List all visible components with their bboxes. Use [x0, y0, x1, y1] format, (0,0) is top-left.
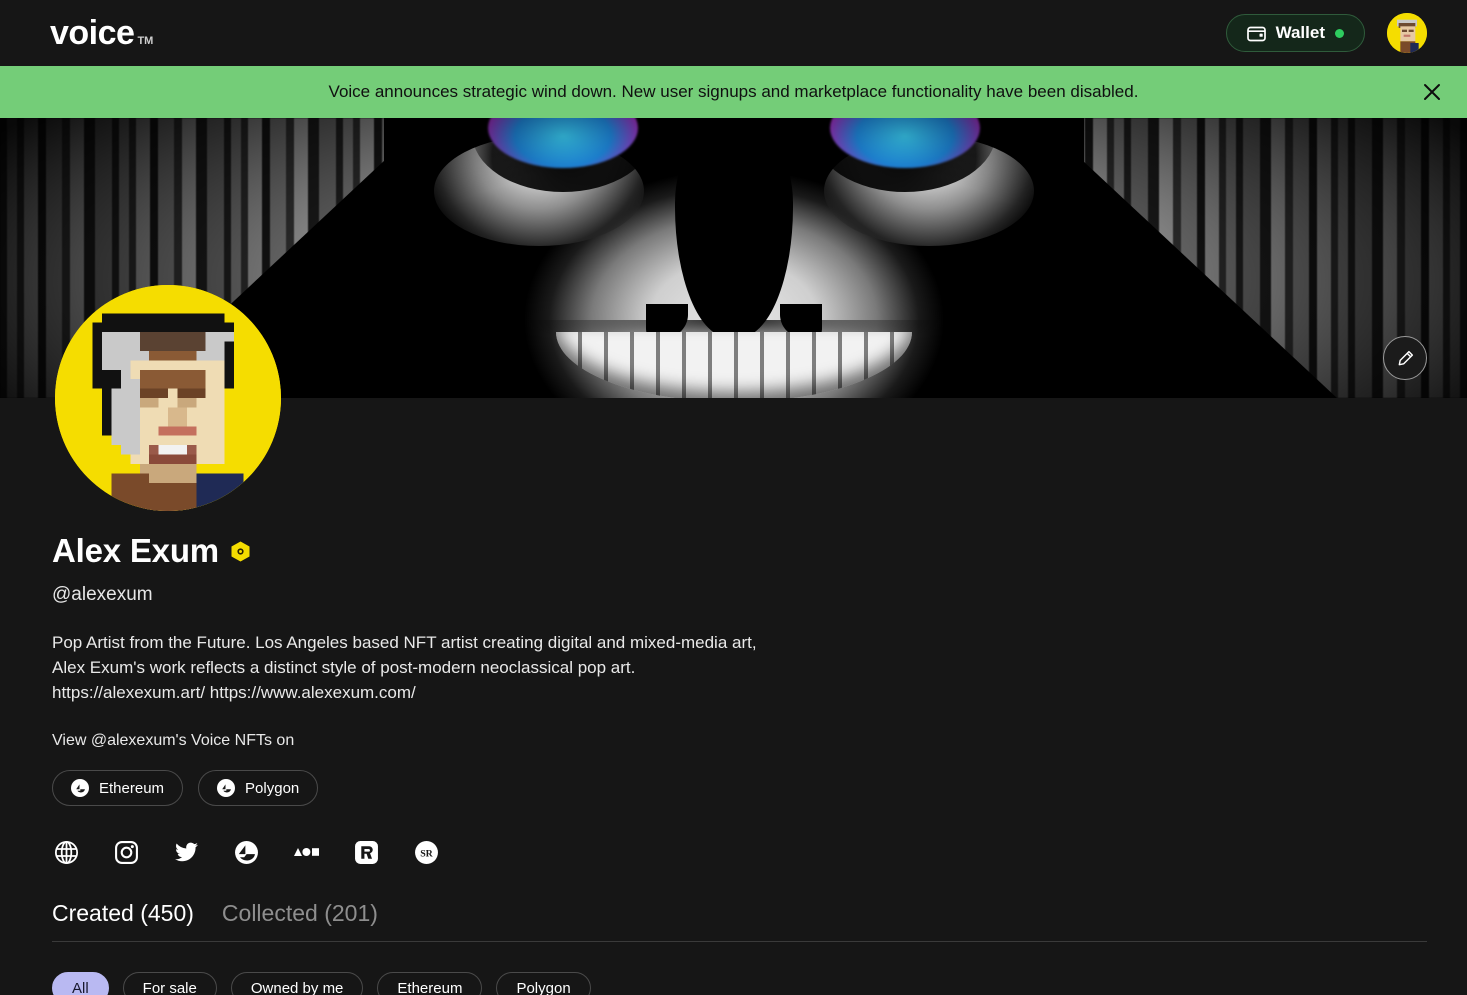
content-tabs: Created (450) Collected (201): [52, 900, 1427, 942]
logo-trademark: TM: [137, 35, 154, 47]
filter-chip-for-sale[interactable]: For sale: [122, 972, 217, 995]
chain-label: Polygon: [245, 779, 300, 797]
filter-chip-owned-by-me[interactable]: Owned by me: [230, 972, 364, 995]
tab-collected[interactable]: Collected (201): [222, 900, 378, 927]
chain-link-polygon[interactable]: Polygon: [198, 770, 319, 806]
page-title: Alex Exum: [52, 532, 219, 569]
profile-bio: Pop Artist from the Future. Los Angeles …: [52, 633, 757, 702]
opensea-icon[interactable]: [232, 838, 260, 866]
voice-logo[interactable]: voice TM: [50, 16, 153, 50]
wallet-icon: [1246, 25, 1266, 42]
website-icon[interactable]: [52, 838, 80, 866]
view-nfts-label: View @alexexum's Voice NFTs on: [52, 732, 295, 749]
announcement-banner: Voice announces strategic wind down. New…: [0, 66, 1467, 118]
foundation-icon[interactable]: [292, 838, 320, 866]
profile-handle: @alexexum: [52, 584, 153, 605]
superrare-icon[interactable]: SR: [412, 838, 440, 866]
close-icon[interactable]: [1417, 77, 1447, 107]
edit-cover-button[interactable]: [1383, 336, 1427, 380]
status-dot-icon: [1335, 28, 1344, 38]
opensea-icon: [71, 779, 89, 797]
announcement-text: Voice announces strategic wind down. New…: [328, 82, 1139, 101]
wallet-label: Wallet: [1275, 23, 1325, 42]
rarible-icon[interactable]: [352, 838, 380, 866]
profile-body: Alex Exum @alexexum Pop Artist from the …: [0, 285, 1467, 995]
chain-links-row: Ethereum Polygon: [52, 770, 1427, 806]
topbar-actions: Wallet: [1225, 13, 1427, 53]
top-navigation-bar: voice TM Wallet: [0, 0, 1467, 66]
filter-chip-all[interactable]: All: [52, 972, 109, 995]
svg-text:SR: SR: [420, 848, 433, 859]
tab-created[interactable]: Created (450): [52, 900, 194, 927]
profile-avatar[interactable]: [55, 285, 281, 511]
chain-label: Ethereum: [99, 779, 165, 797]
social-links-row: SR: [52, 838, 1427, 866]
opensea-icon: [217, 779, 236, 797]
filter-chips-row: All For sale Owned by me Ethereum Polygo…: [52, 972, 1427, 995]
instagram-icon[interactable]: [112, 838, 140, 866]
wallet-button[interactable]: Wallet: [1225, 14, 1365, 52]
filter-chip-ethereum[interactable]: Ethereum: [377, 972, 483, 995]
verified-badge-icon: [231, 541, 250, 562]
twitter-icon[interactable]: [172, 838, 200, 866]
filter-chip-polygon[interactable]: Polygon: [496, 972, 591, 995]
logo-wordmark: voice: [50, 14, 135, 52]
chain-link-ethereum[interactable]: Ethereum: [52, 770, 184, 806]
avatar[interactable]: [1387, 13, 1427, 53]
